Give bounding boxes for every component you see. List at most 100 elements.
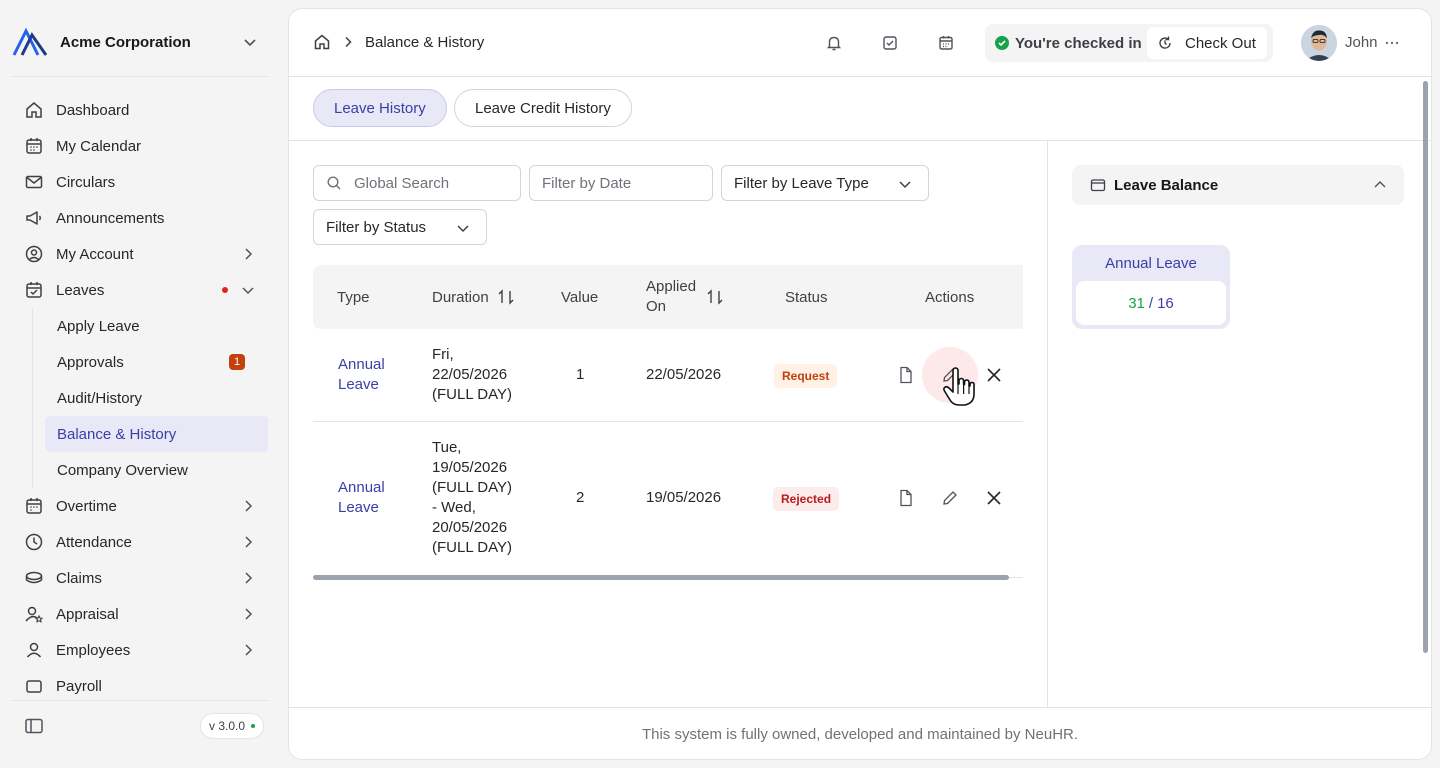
status-badge: Request	[774, 364, 838, 388]
chevron-right-icon	[245, 536, 253, 548]
column-label-line: Applied	[646, 278, 697, 295]
tab-leave-credit-history[interactable]: Leave Credit History	[454, 89, 632, 127]
column-label: Actions	[925, 288, 975, 306]
more-horizontal-icon[interactable]	[1383, 34, 1401, 52]
sidebar-item-label: Apply Leave	[57, 317, 140, 335]
breadcrumb: Balance & History	[313, 33, 484, 51]
cell-type-line: Leave	[338, 499, 379, 516]
leave-balance-section: Leave Balance Annual Leave 31 / 16	[1047, 141, 1431, 707]
bell-icon[interactable]	[825, 34, 843, 52]
sidebar-item-attendance[interactable]: Attendance	[12, 524, 268, 560]
edit-pencil-icon[interactable]	[940, 488, 960, 508]
check-out-button[interactable]: Check Out	[1147, 27, 1267, 59]
sidebar-item-dashboard[interactable]: Dashboard	[12, 92, 268, 128]
chevron-right-icon	[245, 248, 253, 260]
wallet-icon	[1090, 179, 1106, 192]
document-icon[interactable]	[896, 488, 916, 508]
check-in-widget: You're checked in Check Out	[985, 24, 1273, 62]
column-header-actions: Actions	[925, 265, 974, 329]
global-search-field[interactable]	[313, 165, 521, 201]
sidebar-item-label: Attendance	[56, 533, 132, 551]
sidebar-item-label: Audit/History	[57, 389, 143, 407]
leaves-submenu: Apply Leave Approvals 1 Audit/History Bal…	[32, 308, 268, 488]
cell-applied-on: 19/05/2026	[646, 489, 722, 506]
filter-date-input[interactable]	[542, 174, 712, 192]
vertical-scrollbar[interactable]	[1423, 81, 1428, 653]
filter-status-label: Filter by Status	[326, 218, 427, 236]
sidebar-item-payroll[interactable]: Payroll	[12, 668, 268, 696]
sidebar-item-announcements[interactable]: Announcements	[12, 200, 268, 236]
user-star-icon	[24, 604, 44, 624]
home-icon[interactable]	[313, 33, 331, 51]
sidebar-item-my-account[interactable]: My Account	[12, 236, 268, 272]
sidebar-item-label: Leaves	[56, 281, 105, 299]
sort-icon[interactable]	[706, 288, 724, 306]
notification-dot	[222, 287, 228, 293]
cell-duration-line: (FULL DAY)	[432, 386, 513, 403]
chevron-right-icon	[245, 572, 253, 584]
sidebar-item-label: Claims	[56, 569, 102, 587]
edit-pencil-icon[interactable]	[940, 365, 960, 385]
cell-type[interactable]: Annual Leave	[338, 478, 385, 518]
refresh-clock-icon	[1159, 36, 1171, 49]
column-header-status: Status	[785, 265, 828, 329]
leave-history-section: Filter by Leave Type Filter by Status Ty…	[289, 141, 1047, 707]
cell-duration-line: 20/05/2026	[432, 519, 508, 536]
org-switcher[interactable]: Acme Corporation	[12, 24, 268, 60]
sidebar-subitem-approvals[interactable]: Approvals 1	[45, 344, 268, 380]
tab-leave-history[interactable]: Leave History	[313, 89, 447, 127]
checkbox-icon[interactable]	[881, 34, 899, 52]
cell-type[interactable]: Annual Leave	[338, 355, 385, 395]
filter-leave-type-select[interactable]: Filter by Leave Type	[721, 165, 929, 201]
sidebar-item-label: Company Overview	[57, 461, 188, 479]
sidebar-item-circulars[interactable]: Circulars	[12, 164, 268, 200]
sidebar-item-leaves[interactable]: Leaves	[12, 272, 268, 308]
breadcrumb-current: Balance & History	[365, 33, 485, 51]
chevron-right-icon	[245, 608, 253, 620]
sort-icon[interactable]	[497, 288, 515, 306]
sidebar-item-claims[interactable]: Claims	[12, 560, 268, 596]
document-icon[interactable]	[896, 365, 916, 385]
sidebar-subitem-company-overview[interactable]: Company Overview	[45, 452, 268, 488]
close-icon[interactable]	[984, 365, 1004, 385]
filter-date-field[interactable]	[529, 165, 713, 201]
cell-duration: Tue, 19/05/2026 (FULL DAY) - Wed, 20/05/…	[432, 438, 512, 558]
sidebar-subitem-balance-history[interactable]: Balance & History	[45, 416, 268, 452]
leave-balance-header[interactable]: Leave Balance	[1072, 165, 1404, 205]
user-circle-icon	[24, 244, 44, 264]
table-header: Type Duration Value Applied On Status Act…	[313, 265, 1023, 329]
global-search-input[interactable]	[354, 174, 520, 192]
close-icon[interactable]	[984, 488, 1004, 508]
sidebar-item-label: Approvals	[57, 353, 124, 371]
avatar[interactable]	[1301, 25, 1337, 61]
sidebar-subitem-apply-leave[interactable]: Apply Leave	[45, 308, 268, 344]
cell-duration-line: (FULL DAY)	[432, 539, 513, 556]
sidebar-item-overtime[interactable]: Overtime	[12, 488, 268, 524]
sidebar-item-employees[interactable]: Employees	[12, 632, 268, 668]
horizontal-scrollbar[interactable]	[313, 575, 1009, 580]
sidebar-item-appraisal[interactable]: Appraisal	[12, 596, 268, 632]
cell-duration-line: 22/05/2026	[432, 366, 508, 383]
calendar-clock-icon	[24, 496, 44, 516]
column-label: Applied On	[646, 277, 696, 317]
table-row: Annual Leave Tue, 19/05/2026 (FULL DAY) -…	[313, 422, 1023, 578]
sidebar-subitem-audit-history[interactable]: Audit/History	[45, 380, 268, 416]
column-header-value: Value	[561, 265, 598, 329]
chevron-down-icon	[899, 181, 911, 189]
filter-status-select[interactable]: Filter by Status	[313, 209, 487, 245]
chevron-down-icon[interactable]	[242, 34, 258, 50]
column-header-applied-on[interactable]: Applied On	[646, 265, 724, 329]
column-header-duration[interactable]: Duration	[432, 265, 515, 329]
sidebar-item-label: My Account	[56, 245, 134, 263]
coins-icon	[24, 568, 44, 588]
sidebar-item-my-calendar[interactable]: My Calendar	[12, 128, 268, 164]
calendar-icon[interactable]	[937, 34, 955, 52]
leave-balance-total: 16	[1157, 294, 1174, 312]
status-dot	[251, 724, 256, 728]
sidebar-item-label: Dashboard	[56, 101, 130, 119]
sidebar-toggle-icon[interactable]	[24, 716, 44, 736]
check-out-label: Check Out	[1185, 34, 1256, 52]
chevron-down-icon	[457, 225, 469, 233]
column-label: Status	[785, 288, 828, 306]
check-circle-icon	[995, 36, 1009, 50]
